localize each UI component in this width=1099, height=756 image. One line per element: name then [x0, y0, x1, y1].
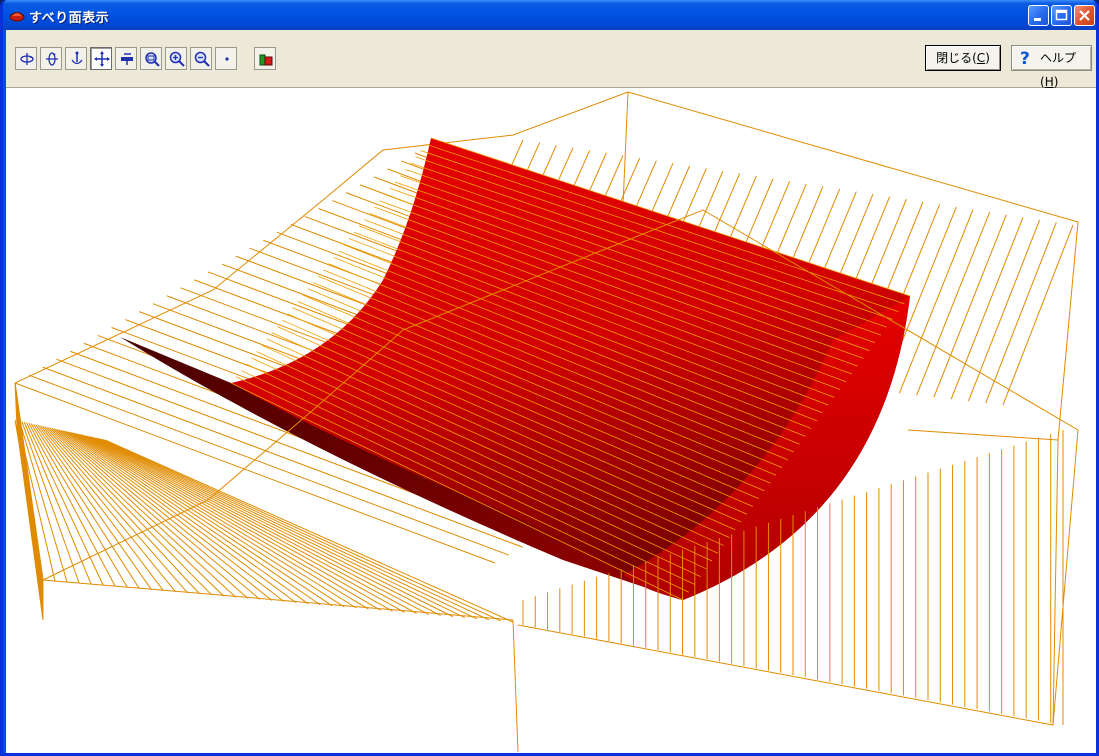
terrace-line [967, 219, 1041, 402]
app-icon [9, 12, 25, 22]
close-label-text: 閉じる( [936, 51, 977, 65]
terrace-line [916, 211, 991, 396]
rotate-y-button[interactable] [40, 47, 62, 70]
move-button[interactable] [115, 47, 137, 70]
terrace-line [1002, 224, 1074, 406]
terrace-line [898, 209, 974, 394]
help-button[interactable]: ? ヘルプ(H) [1011, 45, 1092, 89]
close-icon [1079, 10, 1090, 21]
ground-line [14, 419, 44, 581]
box-edge-line [42, 579, 514, 621]
rotate-x-icon [20, 53, 34, 65]
pan-button[interactable] [90, 47, 112, 70]
ground-line [65, 430, 309, 605]
minimize-icon [1034, 18, 1041, 21]
rotate-y-icon [46, 52, 58, 66]
zoom-window-icon [145, 52, 160, 67]
ground-line [67, 431, 321, 606]
color-settings-icon [259, 54, 273, 66]
close-window-button[interactable] [1074, 5, 1095, 26]
color-settings-button[interactable] [254, 47, 276, 70]
pan-icon [94, 51, 110, 67]
zoom-out-button[interactable] [190, 47, 212, 70]
point-icon [225, 57, 229, 61]
help-label-key: H [1044, 75, 1054, 89]
toolbar: 閉じる(C) ? ヘルプ(H) [6, 30, 1096, 89]
maximize-button[interactable] [1051, 5, 1072, 26]
maximize-icon [1055, 9, 1068, 21]
close-dialog-button[interactable]: 閉じる(C) [925, 45, 1001, 71]
rotate-z-button[interactable] [65, 47, 87, 70]
terrace-line [933, 214, 1007, 398]
point-button[interactable] [215, 47, 237, 70]
rotate-x-button[interactable] [15, 47, 37, 70]
minimize-button[interactable] [1028, 5, 1049, 26]
ground-line [53, 428, 249, 599]
close-label-end: ) [985, 51, 990, 65]
terrace-line [985, 222, 1057, 404]
slip-surface-viewport[interactable] [6, 88, 1099, 753]
rotate-z-icon [71, 51, 83, 65]
help-label: ヘルプ(H) [1040, 46, 1091, 94]
help-label-end: ) [1053, 75, 1059, 89]
zoom-in-button[interactable] [165, 47, 187, 70]
slip-surface-3d-view[interactable] [6, 88, 1099, 753]
title-bar[interactable]: すべり面表示 [3, 0, 1096, 30]
zoom-window-button[interactable] [140, 47, 162, 70]
terrace-line [950, 217, 1024, 400]
ground-line [63, 430, 297, 604]
box-edge-line [622, 91, 629, 206]
window-title: すべり面表示 [29, 11, 110, 26]
close-label-key: C [976, 51, 986, 65]
box-edge-line [512, 619, 519, 753]
box-edge-line [1052, 439, 1059, 726]
move-icon [121, 53, 133, 65]
app-window: すべり面表示 閉じる(C) ? ヘルプ(H) [0, 0, 1099, 756]
zoom-in-icon [169, 51, 185, 67]
zoom-out-icon [194, 51, 210, 67]
help-icon: ? [1020, 49, 1030, 69]
ground-line [81, 434, 393, 612]
